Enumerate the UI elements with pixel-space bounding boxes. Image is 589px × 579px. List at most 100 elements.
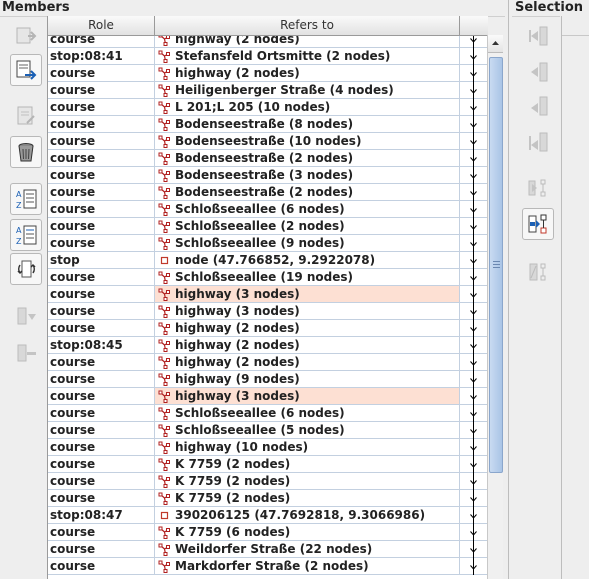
- refers-to-cell[interactable]: highway (3 nodes): [155, 286, 460, 302]
- move-down-button[interactable]: [10, 300, 42, 332]
- role-cell[interactable]: stop:08:45: [48, 337, 155, 353]
- role-cell[interactable]: course: [48, 388, 155, 404]
- role-cell[interactable]: stop:08:41: [48, 48, 155, 64]
- role-cell[interactable]: course: [48, 490, 155, 506]
- refers-to-cell[interactable]: Weildorfer Straße (22 nodes): [155, 541, 460, 557]
- refers-to-cell[interactable]: K 7759 (2 nodes): [155, 473, 460, 489]
- role-cell[interactable]: course: [48, 456, 155, 472]
- refers-to-cell[interactable]: highway (3 nodes): [155, 388, 460, 404]
- role-cell[interactable]: course: [48, 524, 155, 540]
- refers-to-column-header[interactable]: Refers to: [155, 16, 460, 35]
- table-row[interactable]: course Heiligenberger Straße (4 nodes): [48, 81, 488, 99]
- role-cell[interactable]: course: [48, 116, 155, 132]
- table-row[interactable]: course Markdorfer Straße (2 nodes): [48, 557, 488, 575]
- table-row[interactable]: course highway (9 nodes): [48, 370, 488, 388]
- role-cell[interactable]: course: [48, 133, 155, 149]
- table-row[interactable]: course Weildorfer Straße (22 nodes): [48, 540, 488, 558]
- table-row[interactable]: stop:08:45 highway (2 nodes): [48, 336, 488, 354]
- linkage-column-header[interactable]: [460, 16, 488, 35]
- table-row[interactable]: course Bodenseestraße (3 nodes): [48, 166, 488, 184]
- table-row[interactable]: course Schloßseeallee (19 nodes): [48, 268, 488, 286]
- refers-to-cell[interactable]: Schloßseeallee (6 nodes): [155, 201, 460, 217]
- table-row[interactable]: stop:08:47 390206125 (47.7692818, 9.30669…: [48, 506, 488, 524]
- role-cell[interactable]: course: [48, 184, 155, 200]
- table-row[interactable]: course highway (2 nodes): [48, 319, 488, 337]
- download-members-button[interactable]: [522, 256, 554, 288]
- refers-to-cell[interactable]: highway (2 nodes): [155, 320, 460, 336]
- add-after-button[interactable]: [522, 90, 554, 122]
- refers-to-cell[interactable]: K 7759 (2 nodes): [155, 490, 460, 506]
- role-cell[interactable]: stop:08:47: [48, 507, 155, 523]
- move-up-button[interactable]: [10, 20, 42, 52]
- table-row[interactable]: course Bodenseestraße (2 nodes): [48, 149, 488, 167]
- role-cell[interactable]: course: [48, 269, 155, 285]
- remove-button[interactable]: [10, 337, 42, 369]
- role-cell[interactable]: course: [48, 371, 155, 387]
- table-row[interactable]: course L 201;L 205 (10 nodes): [48, 98, 488, 116]
- refers-to-cell[interactable]: node (47.766852, 9.2922078): [155, 252, 460, 268]
- table-row[interactable]: course highway (3 nodes): [48, 302, 488, 320]
- role-cell[interactable]: course: [48, 65, 155, 81]
- role-cell[interactable]: stop: [48, 252, 155, 268]
- role-cell[interactable]: course: [48, 303, 155, 319]
- refers-to-cell[interactable]: highway (9 nodes): [155, 371, 460, 387]
- refers-to-cell[interactable]: highway (2 nodes): [155, 337, 460, 353]
- refers-to-cell[interactable]: Bodenseestraße (8 nodes): [155, 116, 460, 132]
- refers-to-cell[interactable]: K 7759 (6 nodes): [155, 524, 460, 540]
- refers-to-cell[interactable]: highway (2 nodes): [155, 354, 460, 370]
- table-row[interactable]: course Bodenseestraße (10 nodes): [48, 132, 488, 150]
- add-at-start-button[interactable]: [522, 20, 554, 52]
- refers-to-cell[interactable]: Schloßseeallee (19 nodes): [155, 269, 460, 285]
- refers-to-cell[interactable]: Schloßseeallee (9 nodes): [155, 235, 460, 251]
- table-row[interactable]: course K 7759 (2 nodes): [48, 472, 488, 490]
- refers-to-cell[interactable]: L 201;L 205 (10 nodes): [155, 99, 460, 115]
- role-cell[interactable]: course: [48, 473, 155, 489]
- refers-to-cell[interactable]: highway (10 nodes): [155, 439, 460, 455]
- role-cell[interactable]: course: [48, 235, 155, 251]
- refers-to-cell[interactable]: Heiligenberger Straße (4 nodes): [155, 82, 460, 98]
- table-row[interactable]: course highway (2 nodes): [48, 64, 488, 82]
- role-cell[interactable]: course: [48, 405, 155, 421]
- select-members-button[interactable]: [522, 172, 554, 204]
- table-row[interactable]: course Bodenseestraße (2 nodes): [48, 183, 488, 201]
- add-at-end-button[interactable]: [522, 126, 554, 158]
- refers-to-cell[interactable]: highway (2 nodes): [155, 65, 460, 81]
- table-row[interactable]: course K 7759 (2 nodes): [48, 455, 488, 473]
- refers-to-cell[interactable]: Stefansfeld Ortsmitte (2 nodes): [155, 48, 460, 64]
- table-row[interactable]: course Schloßseeallee (6 nodes): [48, 200, 488, 218]
- table-row[interactable]: course highway (3 nodes): [48, 285, 488, 303]
- role-cell[interactable]: course: [48, 354, 155, 370]
- reverse-button[interactable]: [10, 253, 42, 285]
- table-row[interactable]: course Schloßseeallee (6 nodes): [48, 404, 488, 422]
- role-cell[interactable]: course: [48, 558, 155, 574]
- role-cell[interactable]: course: [48, 99, 155, 115]
- table-row[interactable]: course K 7759 (2 nodes): [48, 489, 488, 507]
- table-row[interactable]: course highway (10 nodes): [48, 438, 488, 456]
- role-cell[interactable]: course: [48, 541, 155, 557]
- role-cell[interactable]: course: [48, 167, 155, 183]
- table-row[interactable]: course highway (3 nodes): [48, 387, 488, 405]
- role-cell[interactable]: course: [48, 201, 155, 217]
- role-cell[interactable]: course: [48, 286, 155, 302]
- refers-to-cell[interactable]: Bodenseestraße (3 nodes): [155, 167, 460, 183]
- add-before-button[interactable]: [522, 56, 554, 88]
- refers-to-cell[interactable]: Schloßseeallee (6 nodes): [155, 405, 460, 421]
- table-row[interactable]: course K 7759 (6 nodes): [48, 523, 488, 541]
- scroll-up-button[interactable]: [488, 35, 503, 53]
- panel-divider[interactable]: [508, 0, 509, 579]
- role-cell[interactable]: course: [48, 82, 155, 98]
- refers-to-cell[interactable]: K 7759 (2 nodes): [155, 456, 460, 472]
- scroll-thumb[interactable]: [489, 57, 503, 473]
- members-scrollbar[interactable]: [487, 35, 503, 579]
- delete-button[interactable]: [10, 136, 42, 168]
- role-cell[interactable]: course: [48, 218, 155, 234]
- table-row[interactable]: course Schloßseeallee (9 nodes): [48, 234, 488, 252]
- table-row[interactable]: stop node (47.766852, 9.2922078): [48, 251, 488, 269]
- members-table[interactable]: courseHeiligenberger Straße (5 nodes)cou…: [47, 16, 488, 579]
- refers-to-cell[interactable]: Bodenseestraße (10 nodes): [155, 133, 460, 149]
- sort-reverse-button[interactable]: A Z: [10, 219, 42, 251]
- table-row[interactable]: course highway (2 nodes): [48, 353, 488, 371]
- sort-button[interactable]: A Z: [10, 183, 42, 215]
- refers-to-cell[interactable]: Schloßseeallee (2 nodes): [155, 218, 460, 234]
- table-row[interactable]: course Schloßseeallee (5 nodes): [48, 421, 488, 439]
